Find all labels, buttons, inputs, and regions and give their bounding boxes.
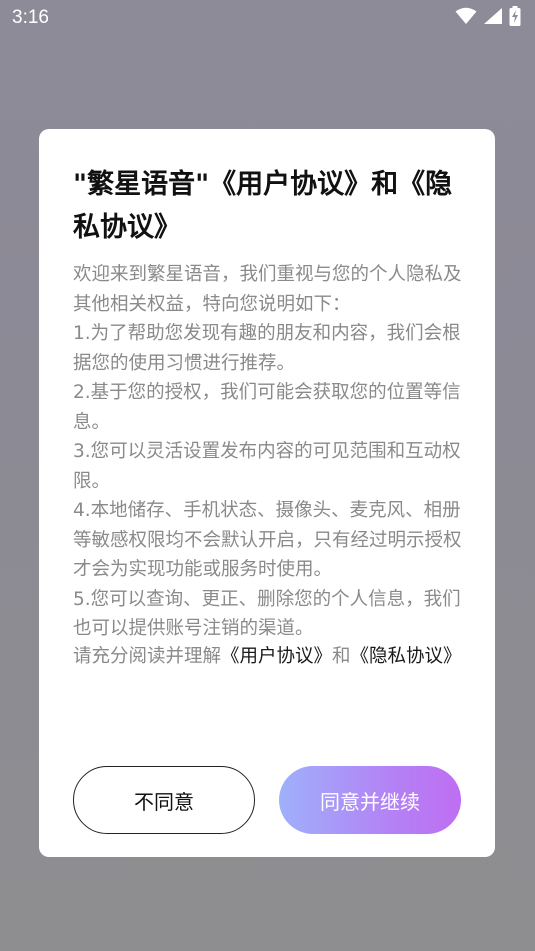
status-icons (455, 6, 521, 30)
policy-item-2: 2.基于您的授权，我们可能会获取您的位置等信息。 (73, 382, 461, 433)
intro-paragraph: 欢迎来到繁星语音，我们重视与您的个人隐私及其他相关权益，特向您说明如下： (73, 264, 462, 315)
read-prompt-text: 请充分阅读并理解 (73, 646, 222, 667)
dialog-body: 欢迎来到繁星语音，我们重视与您的个人隐私及其他相关权益，特向您说明如下： 1.为… (73, 260, 463, 644)
dialog-title: "繁星语音"《用户协议》和《隐私协议》 (73, 169, 453, 243)
policy-item-3: 3.您可以灵活设置发布内容的可见范围和互动权限。 (73, 441, 461, 492)
agreement-read-prompt: 请充分阅读并理解《用户协议》和《隐私协议》 (73, 645, 463, 668)
disagree-button[interactable]: 不同意 (73, 766, 255, 834)
status-bar: 3:16 (0, 0, 535, 36)
policy-item-1: 1.为了帮助您发现有趣的朋友和内容，我们会根据您的使用习惯进行推荐。 (73, 323, 461, 374)
privacy-agreement-link[interactable]: 《隐私协议》 (351, 646, 462, 667)
wifi-icon (455, 7, 477, 29)
agree-continue-button[interactable]: 同意并继续 (279, 766, 461, 834)
status-time: 3:16 (12, 7, 49, 28)
signal-icon (483, 7, 503, 29)
privacy-dialog: "繁星语音"《用户协议》和《隐私协议》 欢迎来到繁星语音，我们重视与您的个人隐私… (39, 129, 495, 857)
user-agreement-link[interactable]: 《用户协议》 (221, 646, 332, 667)
policy-item-4: 4.本地储存、手机状态、摄像头、麦克风、相册等敏感权限均不会默认开启，只有经过明… (73, 500, 462, 580)
battery-charging-icon (509, 6, 521, 30)
and-text: 和 (332, 646, 351, 667)
policy-item-5: 5.您可以查询、更正、删除您的个人信息，我们也可以提供账号注销的渠道。 (73, 588, 461, 640)
